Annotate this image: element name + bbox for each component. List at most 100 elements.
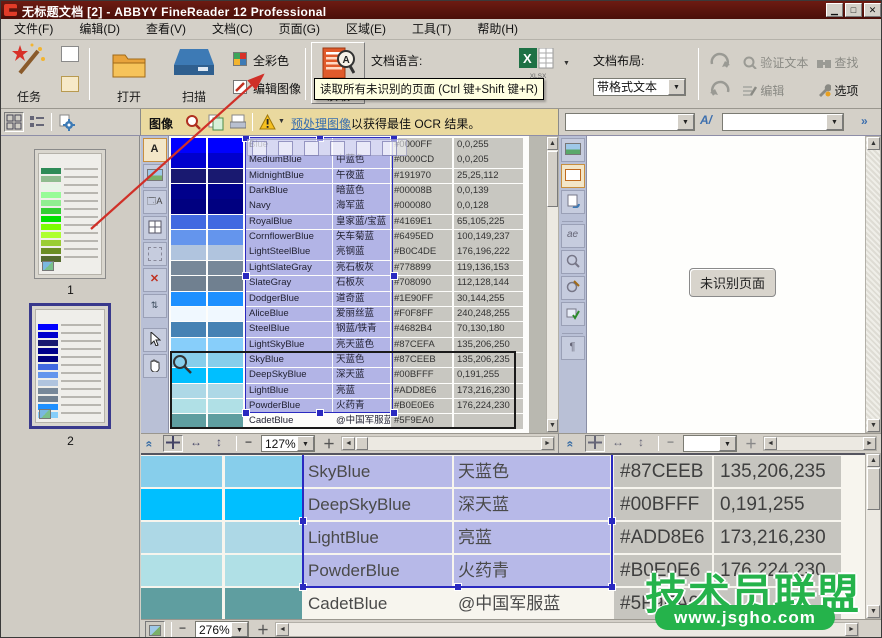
page-number-1[interactable]: 1	[1, 283, 140, 297]
text-hscrollbar[interactable]: ◄ ►	[763, 436, 877, 451]
detail-view-button[interactable]	[27, 112, 47, 132]
fit-height-button[interactable]: ↕	[209, 435, 229, 452]
ghost-toolbar-icon[interactable]	[252, 141, 267, 156]
redo-button[interactable]	[709, 50, 731, 73]
selection-handle[interactable]	[390, 272, 398, 280]
find-button[interactable]: 查找	[817, 54, 858, 71]
zoom-canvas[interactable]: SkyBlue天蓝色#87CEEB135,206,235DeepSkyBlue深…	[141, 453, 865, 619]
combo-arrow-icon[interactable]: ▼	[677, 114, 694, 130]
selection-handle[interactable]	[242, 272, 250, 280]
edit-image-button[interactable]: 编辑图像	[233, 78, 323, 98]
task-button[interactable]: 任务	[3, 43, 55, 105]
scan-button[interactable]: 扫描	[164, 43, 224, 105]
menu-area[interactable]: 区域(E)	[333, 19, 399, 40]
menu-edit[interactable]: 编辑(D)	[66, 19, 133, 40]
zoom-level-select[interactable]: 127%▼	[261, 435, 315, 452]
reorder-areas-tool[interactable]: ⇅	[143, 294, 167, 318]
minimize-button[interactable]: ▁	[826, 3, 843, 17]
fit-page-button[interactable]	[163, 435, 183, 452]
zoom-in-icon[interactable]: ＋	[257, 621, 269, 638]
preprocess-image-link[interactable]: 预处理图像	[291, 115, 351, 132]
picture-area-tool[interactable]	[143, 164, 167, 188]
pan-hand-tool[interactable]	[143, 354, 167, 378]
fit-page-button[interactable]	[585, 435, 605, 452]
print-image-icon[interactable]	[230, 114, 246, 131]
copy-page-icon[interactable]	[61, 76, 79, 92]
copy-image-icon[interactable]	[208, 114, 224, 131]
table-area-tool[interactable]	[143, 216, 167, 240]
ghost-toolbar-icon[interactable]	[382, 141, 397, 156]
menu-view[interactable]: 查看(V)	[133, 19, 199, 40]
zoom-in-icon[interactable]: ＋	[323, 435, 335, 452]
collapse-panel-icon[interactable]: «	[142, 441, 156, 448]
zoom-in-icon[interactable]: ＋	[745, 435, 757, 452]
zoom-tool-icon[interactable]	[185, 114, 202, 131]
menu-page[interactable]: 页面(G)	[266, 19, 333, 40]
text-area-tool[interactable]: A	[143, 138, 167, 162]
maximize-button[interactable]: □	[845, 3, 862, 17]
image-vscrollbar[interactable]: ▲ ▼	[546, 136, 559, 433]
new-page-icon[interactable]	[61, 46, 79, 62]
scroll-right-icon[interactable]: ►	[845, 623, 858, 636]
edit-button[interactable]: 编辑	[743, 82, 784, 99]
zoom-hscrollbar[interactable]: ◄ ►	[275, 622, 859, 637]
scroll-left-icon[interactable]: ◄	[276, 623, 289, 636]
page-thumbnail-2[interactable]	[29, 303, 111, 429]
scroll-left-icon[interactable]: ◄	[764, 437, 777, 450]
menu-tools[interactable]: 工具(T)	[399, 19, 464, 40]
image-canvas[interactable]: Blue#0000FF0,0,255MediumBlue中蓝色#0000CD0,…	[169, 136, 546, 433]
ghost-toolbar-icon[interactable]	[278, 141, 293, 156]
scroll-right-icon[interactable]: ►	[863, 437, 876, 450]
menu-document[interactable]: 文档(C)	[199, 19, 266, 40]
image-hscrollbar[interactable]: ◄ ►	[341, 436, 555, 451]
show-image-button[interactable]	[561, 138, 585, 162]
scroll-up-icon[interactable]: ▲	[547, 137, 558, 150]
zoom-level-select[interactable]: 276%▼	[195, 621, 249, 638]
verify-spelling-button[interactable]	[561, 250, 585, 274]
zoom-out-icon[interactable]: −	[179, 621, 186, 635]
font-size-select[interactable]: ▼	[722, 113, 844, 131]
scroll-thumb[interactable]	[356, 437, 368, 450]
floating-area-toolbar[interactable]	[247, 139, 407, 156]
text-canvas[interactable]: 未识别页面	[587, 136, 865, 433]
scroll-down-icon[interactable]: ▼	[867, 605, 880, 618]
thumbnail-view-button[interactable]	[4, 112, 24, 132]
ghost-toolbar-icon[interactable]	[356, 141, 371, 156]
find-replace-button[interactable]	[561, 276, 585, 300]
scroll-down-icon[interactable]: ▼	[547, 419, 558, 432]
fit-height-button[interactable]: ↕	[631, 435, 651, 452]
delete-area-tool[interactable]: ✕	[143, 268, 167, 292]
text-vscrollbar[interactable]: ▲ ▼	[865, 136, 881, 433]
combo-arrow-icon[interactable]: ▼	[668, 79, 685, 95]
scroll-right-icon[interactable]: ►	[541, 437, 554, 450]
page-thumbnail-1[interactable]	[34, 149, 106, 279]
scroll-up-icon[interactable]: ▲	[867, 137, 880, 150]
combo-arrow-icon[interactable]: ▼	[719, 436, 736, 451]
verify-text-button[interactable]: 验证文本	[743, 54, 808, 71]
combo-arrow-icon[interactable]: ▼	[826, 114, 843, 130]
recognition-area-tool[interactable]	[143, 242, 167, 266]
save-xlsx-button[interactable]: X XLSX	[519, 48, 557, 78]
fullcolor-button[interactable]: 全彩色	[233, 50, 323, 70]
open-button[interactable]: 打开	[99, 43, 159, 105]
ghost-toolbar-icon[interactable]	[304, 141, 319, 156]
zoom-out-icon[interactable]: −	[667, 435, 674, 449]
zoom-window-button[interactable]	[145, 621, 165, 638]
scroll-down-icon[interactable]: ▼	[867, 419, 880, 432]
font-family-select[interactable]: ▼	[565, 113, 695, 131]
save-dropdown-arrow[interactable]: ▼	[563, 60, 570, 67]
scroll-up-icon[interactable]: ▲	[867, 454, 880, 467]
scroll-left-icon[interactable]: ◄	[342, 437, 355, 450]
page-settings-button[interactable]	[56, 112, 78, 132]
combo-arrow-icon[interactable]: ▼	[297, 436, 314, 451]
ghost-toolbar-icon[interactable]	[330, 141, 345, 156]
special-chars-button[interactable]: ae	[561, 224, 585, 248]
zoom-level-select[interactable]: ▼	[683, 435, 737, 452]
select-cursor-tool[interactable]	[143, 328, 167, 352]
options-button[interactable]: 选项	[817, 82, 858, 99]
scroll-thumb[interactable]	[547, 151, 558, 207]
combo-arrow-icon[interactable]: ▼	[231, 622, 248, 637]
zoom-region-rect[interactable]	[170, 351, 516, 429]
zoom-out-icon[interactable]: −	[245, 435, 252, 449]
warning-dropdown-arrow[interactable]: ▼	[278, 118, 285, 125]
